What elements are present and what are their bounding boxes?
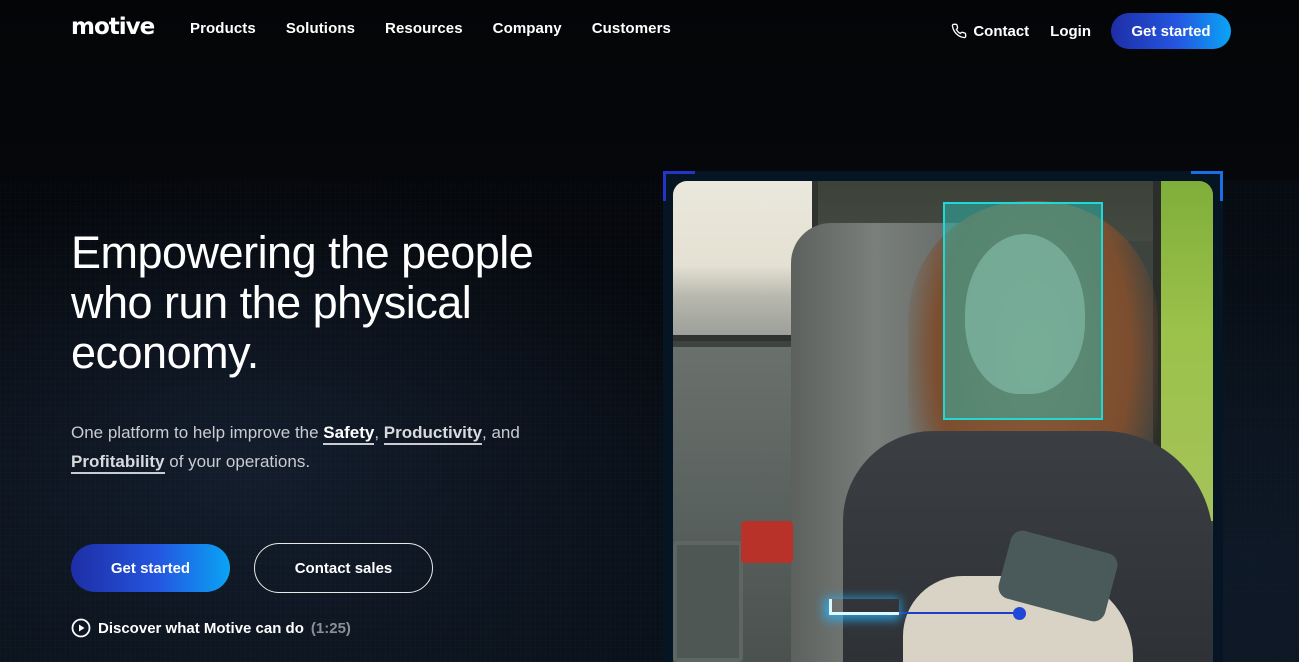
hero-video[interactable] xyxy=(673,181,1213,662)
video-red-object xyxy=(741,521,793,563)
nav-get-started-button[interactable]: Get started xyxy=(1111,13,1231,49)
decorative-strip xyxy=(1223,180,1299,662)
hero-title: Empowering the people who run the physic… xyxy=(71,227,534,378)
phone-detection-bracket xyxy=(829,599,899,615)
nav-link-company[interactable]: Company xyxy=(493,20,562,37)
discover-video-link[interactable]: Discover what Motive can do (1:25) xyxy=(71,618,351,638)
contact-sales-button[interactable]: Contact sales xyxy=(254,543,433,593)
subtitle-prefix: One platform to help improve the xyxy=(71,423,324,442)
discover-label: Discover what Motive can do xyxy=(98,619,304,637)
phone-detection-marker xyxy=(1013,607,1026,620)
profitability-link[interactable]: Profitability xyxy=(71,452,165,474)
productivity-link[interactable]: Productivity xyxy=(383,423,483,445)
nav-link-solutions[interactable]: Solutions xyxy=(286,20,355,37)
subtitle-sep-2: , and xyxy=(482,423,520,442)
play-circle-icon xyxy=(71,618,91,638)
phone-icon xyxy=(952,23,967,39)
motive-logo[interactable]: motive xyxy=(71,14,155,40)
nav-link-products[interactable]: Products xyxy=(190,20,256,37)
hero-subtitle: One platform to help improve the Safety,… xyxy=(71,418,571,476)
nav-link-customers[interactable]: Customers xyxy=(592,20,671,37)
get-started-button[interactable]: Get started xyxy=(71,544,230,592)
face-detection-box xyxy=(943,202,1103,420)
contact-label: Contact xyxy=(973,22,1030,40)
nav-links: Products Solutions Resources Company Cus… xyxy=(190,20,701,37)
subtitle-suffix: of your operations. xyxy=(164,452,311,471)
contact-link[interactable]: Contact xyxy=(951,23,1029,40)
top-navigation: motive Products Solutions Resources Comp… xyxy=(0,0,1299,62)
subtitle-sep-1: , xyxy=(374,423,384,442)
hero-buttons: Get started Contact sales xyxy=(71,543,433,593)
detected-face xyxy=(965,234,1085,394)
login-link[interactable]: Login xyxy=(1050,23,1091,40)
nav-actions: Contact Login Get started xyxy=(951,13,1231,49)
video-armrest xyxy=(673,541,743,662)
video-duration: (1:25) xyxy=(310,619,351,637)
nav-link-resources[interactable]: Resources xyxy=(385,20,463,37)
hero-video-frame xyxy=(663,171,1223,662)
logo-text: motive xyxy=(71,14,155,40)
safety-link[interactable]: Safety xyxy=(323,423,375,445)
